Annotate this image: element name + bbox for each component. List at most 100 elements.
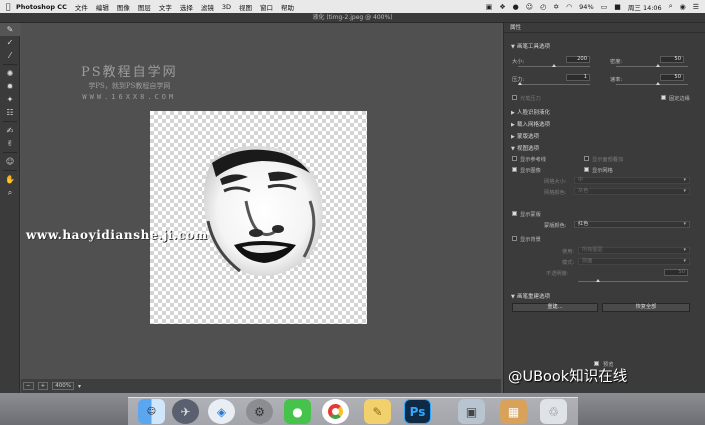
density-slider-thumb[interactable] [656,64,660,67]
status-icon[interactable]: ▣ [486,3,493,11]
system-preferences-icon[interactable]: ⚙ [246,399,273,424]
thaw-mask-tool-icon[interactable]: ✌ [0,137,20,150]
document-canvas[interactable] [150,111,367,324]
zoom-out-button[interactable]: − [23,382,34,390]
rate-label: 速率: [610,77,623,83]
show-guides-label: 显示参考线 [520,157,546,163]
pin-edges-label: 固定边缘 [669,96,690,102]
twirl-tool-icon[interactable]: ✺ [0,67,20,80]
opacity-slider-thumb[interactable] [596,279,600,282]
opacity-slider[interactable] [578,281,688,282]
mask-color-select[interactable]: 红色 [574,221,690,228]
menu-bar:  Photoshop CC 文件 编辑 图像 图层 文字 选择 滤镜 3D 视… [0,0,705,13]
show-mesh-checkbox[interactable] [584,167,589,172]
restore-all-button[interactable]: 恢复全部 [602,303,690,312]
section-brush-rebuild[interactable]: ▼ 画笔重建选项 [511,292,550,300]
section-brush-options[interactable]: ▼ 画笔工具选项 [511,42,550,50]
section-face-liquify[interactable]: ▶ 人脸识别液化 [511,108,550,116]
menu-layer[interactable]: 图层 [138,2,151,12]
size-input[interactable]: 200 [566,56,590,63]
time-machine-icon[interactable]: ◴ [540,3,546,11]
show-mask-checkbox[interactable] [512,211,517,216]
finder-icon[interactable]: ☺ [138,399,165,424]
smooth-tool-icon[interactable]: ⁄ [0,49,20,62]
push-left-tool-icon[interactable]: ☷ [0,106,20,119]
face-tool-icon[interactable]: ☺ [0,155,20,168]
battery-icon[interactable]: ▭ [601,3,608,11]
section-load-mesh[interactable]: ▶ 载入网格选项 [511,120,550,128]
show-face-overlay-checkbox[interactable] [584,156,589,161]
pressure-slider-thumb[interactable] [518,82,522,85]
opacity-input[interactable]: 50 [664,269,688,276]
wifi-icon[interactable]: ◠ [566,3,572,11]
stylus-pressure-checkbox[interactable] [512,95,517,100]
trash-icon[interactable]: ♲ [540,399,567,424]
search-icon[interactable]: ⌕ [669,2,673,11]
menu-window[interactable]: 窗口 [260,2,273,12]
flag-icon[interactable]: ■ [614,3,621,11]
pressure-input[interactable]: 1 [566,74,590,81]
notes-icon[interactable]: ✎ [364,399,391,424]
bloat-tool-icon[interactable]: ✦ [0,93,20,106]
mesh-color-select[interactable]: 灰色 [574,188,690,195]
rate-input[interactable]: 50 [660,74,684,81]
density-input[interactable]: 50 [660,56,684,63]
zoom-dropdown-icon[interactable]: ▾ [78,383,81,390]
dropbox-icon[interactable]: ❖ [499,3,505,11]
menu-filter[interactable]: 滤镜 [201,2,214,12]
forward-warp-tool-icon[interactable]: ✎ [0,23,20,36]
wechat-icon[interactable]: ● [284,399,311,424]
zoom-in-button[interactable]: + [37,382,49,390]
use-select[interactable]: 所有图层 [578,247,690,254]
siri-icon[interactable]: ◉ [680,3,686,11]
rebuild-button[interactable]: 重建... [512,303,598,312]
watermark-url: WWW.16XX8.COM [82,93,177,101]
pucker-tool-icon[interactable]: ✹ [0,80,20,93]
menu-view[interactable]: 视图 [239,2,252,12]
photos-icon[interactable]: ▦ [500,399,527,424]
menu-3d[interactable]: 3D [222,3,231,11]
rate-slider[interactable] [616,84,688,85]
launchpad-icon[interactable]: ✈ [172,399,199,424]
mode-select[interactable]: 前面 [578,258,690,265]
hand-tool-icon[interactable]: ✋ [0,173,20,186]
menu-app-name[interactable]: Photoshop CC [16,3,67,11]
clock[interactable]: 周三 14:06 [628,2,662,12]
mesh-size-label: 网格大小: [544,179,567,185]
pressure-slider[interactable] [518,84,590,85]
canvas-area[interactable]: PS教程自学网 学PS，就到PS教程自学网 WWW.16XX8.COM www.… [21,23,501,379]
menu-edit[interactable]: 编辑 [96,2,109,12]
chrome-icon[interactable] [322,399,349,424]
size-slider-thumb[interactable] [552,64,556,67]
wechat-menubar-icon[interactable]: ● [513,3,519,11]
density-slider[interactable] [616,66,688,67]
menu-help[interactable]: 帮助 [281,2,294,12]
section-mask-options[interactable]: ▶ 蒙版选项 [511,132,539,140]
bluetooth-icon[interactable]: ✡ [553,3,559,11]
menu-file[interactable]: 文件 [75,2,88,12]
qq-icon[interactable]: ☺ [526,3,533,11]
show-backdrop-checkbox[interactable] [512,236,517,241]
pin-edges-checkbox[interactable] [661,95,666,100]
photoshop-icon[interactable]: Ps [404,399,431,424]
safari-icon[interactable]: ◈ [208,399,235,424]
menu-type[interactable]: 文字 [159,2,172,12]
rate-slider-thumb[interactable] [656,82,660,85]
zoom-tool-icon[interactable]: ⌕ [0,186,20,199]
preview-icon[interactable]: ▣ [458,399,485,424]
stylus-pressure-label: 光笔压力 [520,96,541,102]
mesh-size-select[interactable]: 中 [574,177,690,184]
menu-select[interactable]: 选择 [180,2,193,12]
show-backdrop-label: 显示背景 [520,237,541,243]
notification-center-icon[interactable]: ☰ [693,3,699,11]
reconstruct-tool-icon[interactable]: ✓ [0,36,20,49]
show-guides-checkbox[interactable] [512,156,517,161]
apple-icon[interactable]:  [0,2,16,11]
freeze-mask-tool-icon[interactable]: ✍ [0,124,20,137]
use-label: 使用: [562,249,575,255]
menu-image[interactable]: 图像 [117,2,130,12]
panel-tab-properties[interactable]: 属性 [504,23,705,33]
zoom-level[interactable]: 400% [52,382,74,390]
section-view-options[interactable]: ▼ 视图选项 [511,144,539,152]
show-image-checkbox[interactable] [512,167,517,172]
